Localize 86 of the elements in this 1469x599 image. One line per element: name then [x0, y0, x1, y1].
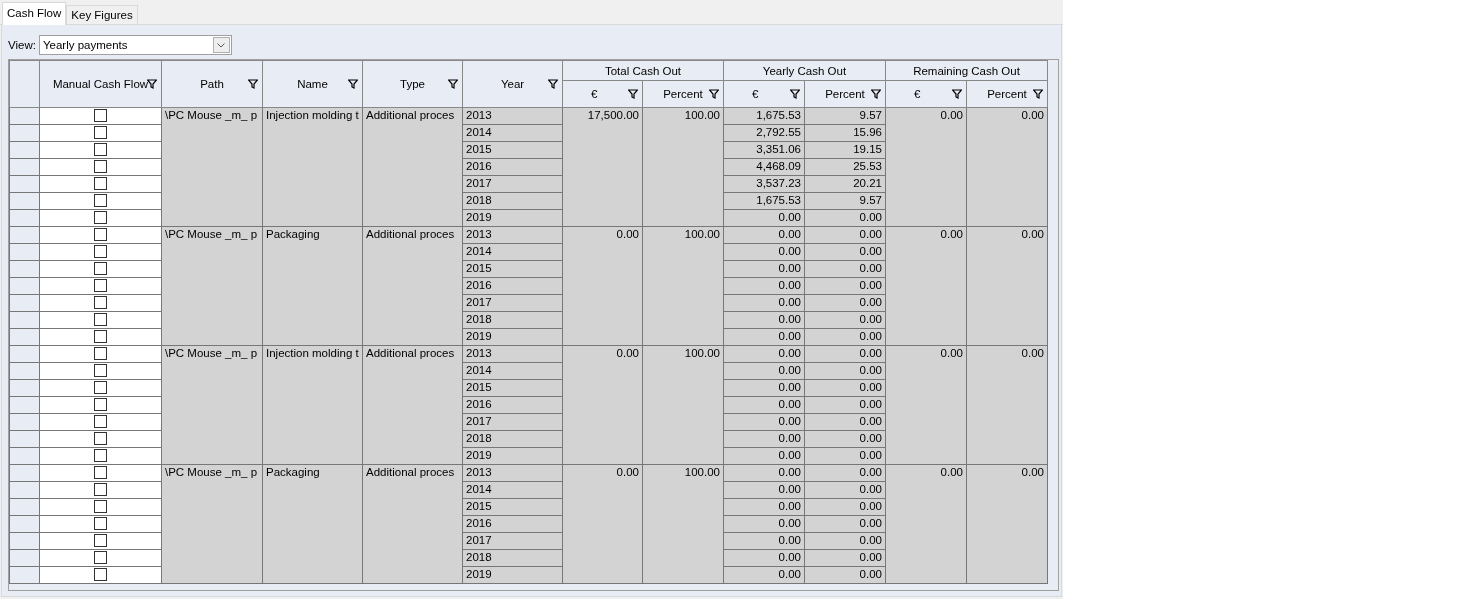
filter-icon[interactable]: [348, 79, 358, 89]
column-group-header: Remaining Cash Out: [885, 60, 1048, 81]
column-header[interactable]: Year: [462, 60, 563, 108]
checkbox[interactable]: [94, 262, 107, 276]
column-header[interactable]: Percent: [642, 80, 724, 108]
table-cell: 100.00: [642, 226, 724, 346]
table-cell: Injection molding t: [262, 345, 363, 465]
checkbox[interactable]: [94, 330, 107, 344]
filter-icon[interactable]: [548, 79, 558, 89]
column-header[interactable]: Name: [262, 60, 363, 108]
table-cell: 100.00: [642, 107, 724, 227]
column-group-header: Yearly Cash Out: [723, 60, 886, 81]
checkbox[interactable]: [94, 296, 107, 310]
table-cell: Injection molding t: [262, 107, 363, 227]
checkbox[interactable]: [94, 551, 107, 565]
table-cell: Additional proces: [362, 107, 463, 227]
checkbox[interactable]: [94, 211, 107, 225]
filter-icon[interactable]: [709, 89, 719, 99]
checkbox[interactable]: [94, 381, 107, 395]
table-cell: \PC Mouse _m_ p: [161, 107, 263, 227]
checkbox[interactable]: [94, 313, 107, 327]
table-cell: 0.00: [885, 345, 967, 465]
filter-icon[interactable]: [448, 79, 458, 89]
checkbox[interactable]: [94, 347, 107, 361]
view-dropdown[interactable]: Yearly payments: [38, 35, 232, 55]
column-header[interactable]: €: [562, 80, 643, 108]
filter-icon[interactable]: [147, 79, 157, 89]
checkbox[interactable]: [94, 194, 107, 208]
checkbox[interactable]: [94, 449, 107, 463]
checkbox[interactable]: [94, 143, 107, 157]
table-cell: \PC Mouse _m_ p: [161, 464, 263, 584]
table-cell: Additional proces: [362, 464, 463, 584]
checkbox[interactable]: [94, 483, 107, 497]
filter-icon[interactable]: [871, 89, 881, 99]
column-header[interactable]: €: [885, 80, 967, 108]
table-cell: 0.00: [966, 226, 1048, 346]
filter-icon[interactable]: [248, 79, 258, 89]
tab[interactable]: Cash Flow: [2, 2, 67, 25]
tab[interactable]: Key Figures: [66, 5, 138, 24]
column-header[interactable]: Percent: [966, 80, 1048, 108]
checkbox[interactable]: [94, 177, 107, 191]
checkbox[interactable]: [94, 398, 107, 412]
checkbox[interactable]: [94, 415, 107, 429]
filter-icon[interactable]: [628, 89, 638, 99]
checkbox[interactable]: [94, 500, 107, 514]
column-header[interactable]: Path: [161, 60, 263, 108]
table-cell: 0.00: [966, 464, 1048, 584]
table-cell: 0.00: [562, 345, 643, 465]
checkbox[interactable]: [94, 466, 107, 480]
table-cell: 0.00: [885, 107, 967, 227]
checkbox[interactable]: [94, 364, 107, 378]
table-cell: 0.00: [562, 464, 643, 584]
table-cell: 17,500.00: [562, 107, 643, 227]
table-cell: 0.00: [562, 226, 643, 346]
table-cell: 0.00: [885, 226, 967, 346]
checkbox[interactable]: [94, 568, 107, 582]
column-header[interactable]: Percent: [804, 80, 886, 108]
checkbox[interactable]: [94, 126, 107, 140]
checkbox[interactable]: [94, 279, 107, 293]
checkbox[interactable]: [94, 228, 107, 242]
table-cell: Additional proces: [362, 226, 463, 346]
filter-icon[interactable]: [1033, 89, 1043, 99]
table-cell: Packaging: [262, 226, 363, 346]
table-cell: 100.00: [642, 345, 724, 465]
table-cell: 0.00: [966, 107, 1048, 227]
column-header[interactable]: Type: [362, 60, 463, 108]
checkbox[interactable]: [94, 160, 107, 174]
filter-icon[interactable]: [952, 89, 962, 99]
table-cell: 100.00: [642, 464, 724, 584]
table-cell: Additional proces: [362, 345, 463, 465]
checkbox[interactable]: [94, 432, 107, 446]
checkbox[interactable]: [94, 245, 107, 259]
table-cell: 0.00: [885, 464, 967, 584]
table-cell: \PC Mouse _m_ p: [161, 226, 263, 346]
column-header[interactable]: €: [723, 80, 805, 108]
filter-icon[interactable]: [790, 89, 800, 99]
table-cell: Packaging: [262, 464, 363, 584]
table-cell: \PC Mouse _m_ p: [161, 345, 263, 465]
column-header[interactable]: Manual Cash Flow: [39, 60, 162, 108]
chevron-icon: [212, 37, 230, 53]
table-cell: 0.00: [966, 345, 1048, 465]
checkbox[interactable]: [94, 109, 107, 123]
view-label: View:: [8, 39, 36, 51]
column-group-header: Total Cash Out: [562, 60, 724, 81]
checkbox[interactable]: [94, 534, 107, 548]
checkbox[interactable]: [94, 517, 107, 531]
